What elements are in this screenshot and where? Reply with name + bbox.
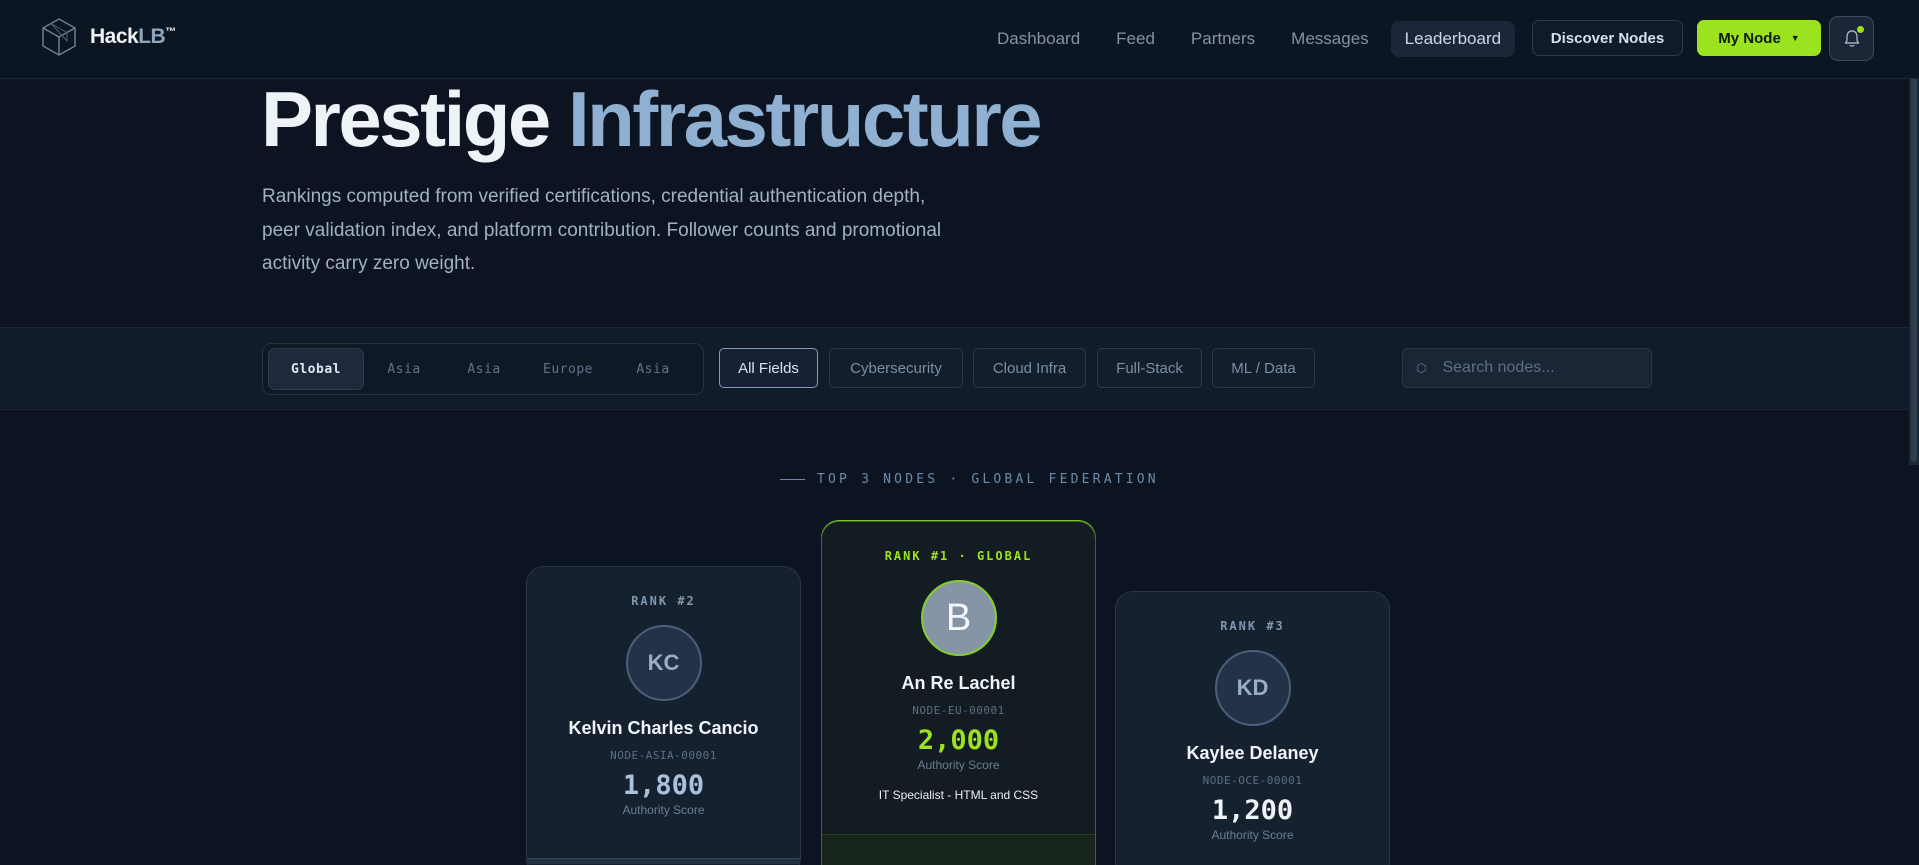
- node-id: NODE-OCE-00001: [1202, 774, 1303, 787]
- brand-name: HackLB™: [90, 25, 176, 48]
- node-id: NODE-ASIA-00001: [610, 749, 717, 762]
- caret-down-icon: ▼: [1790, 33, 1800, 43]
- region-tab-asia-3[interactable]: Asia: [612, 348, 694, 390]
- specialty-text: IT Specialist - HTML and CSS: [878, 788, 1039, 802]
- avatar: B: [920, 580, 997, 656]
- discover-nodes-button[interactable]: Discover Nodes: [1532, 20, 1683, 56]
- my-node-label: My Node: [1718, 29, 1781, 47]
- authority-score: 1,800: [622, 770, 705, 801]
- podium-card-rank-2[interactable]: RANK #2 KC Kelvin Charles Cancio NODE-AS…: [526, 566, 801, 865]
- page-description: Rankings computed from verified certific…: [262, 186, 942, 274]
- field-filter-cloud-infra[interactable]: Cloud Infra: [973, 348, 1086, 388]
- notifications-button[interactable]: [1829, 16, 1874, 61]
- avatar: KD: [1214, 650, 1291, 726]
- node-id: NODE-EU-00001: [912, 704, 1005, 717]
- main-nav: Dashboard Feed Partners Messages Leaderb…: [983, 21, 1516, 57]
- score-label: Authority Score: [1211, 828, 1294, 842]
- podium-heading: TOP 3 NODES · GLOBAL FEDERATION: [780, 469, 1159, 489]
- page-title: Prestige Infrastructure: [261, 74, 1043, 164]
- brand-logo[interactable]: HackLB™: [38, 16, 176, 58]
- notification-dot: [1857, 26, 1864, 33]
- region-filter-group: Global Asia Asia Europe Asia: [262, 343, 704, 395]
- avatar: KC: [625, 625, 702, 701]
- authority-score: 2,000: [917, 725, 1000, 756]
- hexagon-search-icon: ⬡: [1416, 361, 1427, 375]
- podium-heading-text: TOP 3 NODES · GLOBAL FEDERATION: [817, 471, 1159, 487]
- my-node-button[interactable]: My Node ▼: [1697, 20, 1821, 56]
- field-filter-full-stack[interactable]: Full-Stack: [1097, 348, 1202, 388]
- region-tab-global[interactable]: Global: [268, 348, 364, 390]
- heading-dash: [780, 478, 805, 480]
- node-name: Kaylee Delaney: [1186, 743, 1319, 763]
- field-filter-ml-data[interactable]: ML / Data: [1212, 348, 1315, 388]
- nav-partners[interactable]: Partners: [1177, 21, 1269, 57]
- card-footer: [822, 834, 1095, 865]
- nav-feed[interactable]: Feed: [1102, 21, 1169, 57]
- region-tab-asia[interactable]: Asia: [364, 348, 444, 390]
- nav-leaderboard[interactable]: Leaderboard: [1390, 21, 1516, 57]
- region-tab-asia-2[interactable]: Asia: [444, 348, 524, 390]
- rank-label: RANK #2: [631, 594, 696, 608]
- authority-score: 1,200: [1211, 795, 1294, 826]
- rank-label: RANK #3: [1220, 619, 1285, 633]
- title-word-prestige: Prestige: [261, 75, 551, 163]
- podium-card-rank-1[interactable]: RANK #1 · GLOBAL B An Re Lachel NODE-EU-…: [821, 521, 1096, 865]
- region-tab-europe[interactable]: Europe: [524, 348, 612, 390]
- field-filter-cybersecurity[interactable]: Cybersecurity: [829, 348, 963, 388]
- search-box: ⬡: [1402, 348, 1652, 388]
- card-footer: [527, 858, 800, 864]
- nav-dashboard[interactable]: Dashboard: [983, 21, 1094, 57]
- score-label: Authority Score: [622, 803, 705, 817]
- nav-messages[interactable]: Messages: [1277, 21, 1382, 57]
- top-navbar: HackLB™ Dashboard Feed Partners Messages…: [0, 0, 1919, 79]
- hexagon-cube-icon: [42, 18, 76, 56]
- search-input[interactable]: [1442, 359, 1633, 377]
- title-word-infrastructure: Infrastructure: [567, 75, 1043, 163]
- podium-card-rank-3[interactable]: RANK #3 KD Kaylee Delaney NODE-OCE-00001…: [1115, 591, 1390, 865]
- rank-label: RANK #1 · GLOBAL: [884, 549, 1033, 563]
- field-filter-all[interactable]: All Fields: [719, 348, 818, 388]
- score-label: Authority Score: [917, 758, 1000, 772]
- node-name: An Re Lachel: [901, 673, 1016, 693]
- node-name: Kelvin Charles Cancio: [568, 718, 759, 738]
